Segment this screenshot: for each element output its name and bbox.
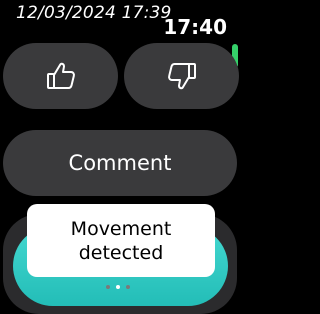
toast-line-2: detected [78,241,164,264]
thumbs-down-icon [166,60,198,92]
thumbs-up-icon [45,60,77,92]
page-dot-1 [106,285,110,289]
page-indicator [106,285,130,289]
movement-toast: Movement detected [27,204,215,277]
timestamp: 12/03/2024 17:39 [16,3,172,23]
page-dot-2 [116,285,120,289]
toast-line-1: Movement [70,217,172,240]
clock: 17:40 [163,15,227,39]
thumbs-up-button[interactable] [3,43,118,109]
comment-button[interactable]: Comment [3,130,237,196]
page-dot-3 [126,285,130,289]
comment-label: Comment [68,151,172,175]
thumbs-down-button[interactable] [124,43,239,109]
